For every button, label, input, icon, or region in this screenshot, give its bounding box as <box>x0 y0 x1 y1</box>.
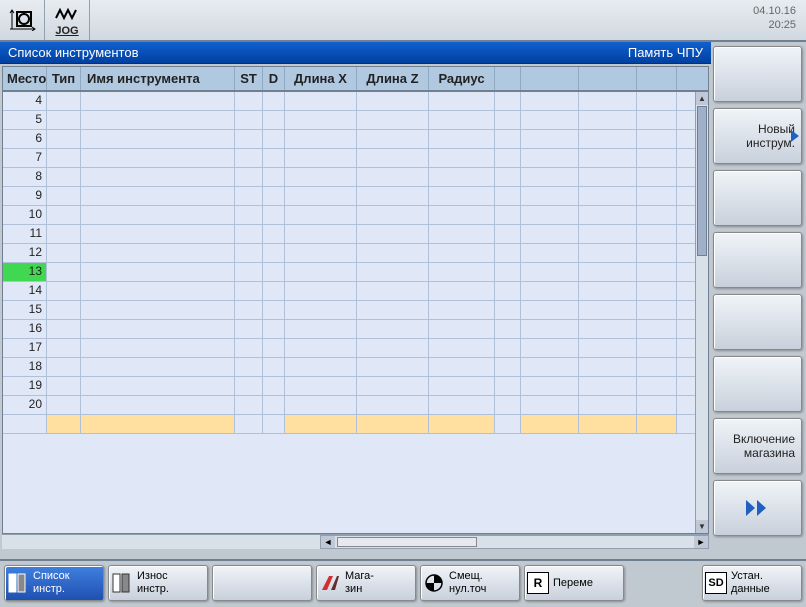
r-icon: R <box>527 572 549 594</box>
scroll-up-icon[interactable]: ▲ <box>696 92 708 105</box>
memory-mode: Память ЧПУ <box>628 45 703 60</box>
window-title: Список инструментов <box>8 45 139 60</box>
date-text: 04.10.16 <box>753 4 796 18</box>
table-row[interactable]: 4 <box>3 92 695 111</box>
table-row[interactable]: 9 <box>3 187 695 206</box>
machine-icon[interactable] <box>0 0 45 40</box>
table-body[interactable]: 4567891011121314151617181920 <box>3 92 695 533</box>
softkey-blank-4[interactable] <box>713 294 802 350</box>
table-row[interactable]: 6 <box>3 130 695 149</box>
jog-label: JOG <box>55 25 78 37</box>
softkey-setup-data[interactable]: SD Устан. данные <box>702 565 802 601</box>
scroll-left-icon[interactable]: ◄ <box>321 536 335 548</box>
tool-table: Место Тип Имя инструмента ST D Длина X Д… <box>2 66 709 534</box>
scroll-thumb[interactable] <box>697 106 707 256</box>
table-row[interactable]: 16 <box>3 320 695 339</box>
datetime: 04.10.16 20:25 <box>753 0 806 40</box>
hscroll-thumb[interactable] <box>337 537 477 547</box>
softkey-variable[interactable]: R Переме <box>524 565 624 601</box>
softkey-blank-3[interactable] <box>713 232 802 288</box>
softkey-enable-magazine-label: Включение магазина <box>733 432 795 461</box>
softkey-new-tool-label: Новый инструм. <box>746 122 795 151</box>
right-softkeys: Новый инструм. Включение магазина <box>711 42 806 559</box>
table-row[interactable]: 8 <box>3 168 695 187</box>
table-row[interactable]: 20 <box>3 396 695 415</box>
softkey-tool-wear[interactable]: Износ инстр. <box>108 565 208 601</box>
softkey-tool-list-label: Список инстр. <box>33 570 70 595</box>
magazine-icon <box>319 572 341 594</box>
tool-wear-icon <box>111 572 133 594</box>
col-extra4[interactable] <box>637 67 677 90</box>
softkey-next-page[interactable] <box>713 480 802 536</box>
col-lenz[interactable]: Длина Z <box>357 67 429 90</box>
table-row[interactable]: 14 <box>3 282 695 301</box>
col-radius[interactable]: Радиус <box>429 67 495 90</box>
softkey-magazine[interactable]: Мага- зин <box>316 565 416 601</box>
sd-icon: SD <box>705 572 727 594</box>
softkey-work-offset-label: Смещ. нул.точ <box>449 570 486 595</box>
col-extra3[interactable] <box>579 67 637 90</box>
softkey-blank-0[interactable] <box>713 46 802 102</box>
softkey-setup-data-label: Устан. данные <box>731 570 770 595</box>
col-name[interactable]: Имя инструмента <box>81 67 235 90</box>
col-extra2[interactable] <box>521 67 579 90</box>
col-st[interactable]: ST <box>235 67 263 90</box>
col-place[interactable]: Место <box>3 67 47 90</box>
softkey-variable-label: Переме <box>553 577 593 590</box>
table-row[interactable]: 12 <box>3 244 695 263</box>
offset-icon <box>423 572 445 594</box>
table-row[interactable]: 5 <box>3 111 695 130</box>
col-lenx[interactable]: Длина X <box>285 67 357 90</box>
window-title-bar: Список инструментов Память ЧПУ <box>0 42 711 64</box>
table-row[interactable]: 7 <box>3 149 695 168</box>
softkey-magazine-label: Мага- зин <box>345 570 374 595</box>
tool-list-icon <box>7 572 29 594</box>
softkey-blank-2[interactable] <box>713 170 802 226</box>
scroll-down-icon[interactable]: ▼ <box>696 520 708 533</box>
table-row[interactable]: 11 <box>3 225 695 244</box>
bottom-softkeys: Список инстр. Износ инстр. Мага- зин Сме… <box>0 559 806 607</box>
table-footer-row <box>3 415 695 434</box>
time-text: 20:25 <box>753 18 796 32</box>
table-row[interactable]: 10 <box>3 206 695 225</box>
jog-icon[interactable]: JOG <box>45 0 90 40</box>
table-row[interactable]: 17 <box>3 339 695 358</box>
softkey-blank-b2[interactable] <box>212 565 312 601</box>
softkey-tool-wear-label: Износ инстр. <box>137 570 169 595</box>
col-type[interactable]: Тип <box>47 67 81 90</box>
mode-icons: JOG <box>0 0 90 40</box>
scroll-right-icon[interactable]: ► <box>694 536 708 548</box>
top-bar: JOG 04.10.16 20:25 <box>0 0 806 42</box>
vertical-scrollbar[interactable]: ▲ ▼ <box>695 92 708 533</box>
table-row[interactable]: 19 <box>3 377 695 396</box>
chevron-right-icon <box>791 130 799 142</box>
softkey-work-offset[interactable]: Смещ. нул.точ <box>420 565 520 601</box>
table-row[interactable]: 15 <box>3 301 695 320</box>
col-extra1[interactable] <box>495 67 521 90</box>
softkey-enable-magazine[interactable]: Включение магазина <box>713 418 802 474</box>
softkey-new-tool[interactable]: Новый инструм. <box>713 108 802 164</box>
col-d[interactable]: D <box>263 67 285 90</box>
table-row[interactable]: 13 <box>3 263 695 282</box>
softkey-tool-list[interactable]: Список инстр. <box>4 565 104 601</box>
softkey-blank-5[interactable] <box>713 356 802 412</box>
double-arrow-right-icon <box>743 498 773 518</box>
table-row[interactable]: 18 <box>3 358 695 377</box>
horizontal-scrollbar[interactable]: ◄ ► <box>2 534 709 549</box>
table-header: Место Тип Имя инструмента ST D Длина X Д… <box>3 67 708 92</box>
